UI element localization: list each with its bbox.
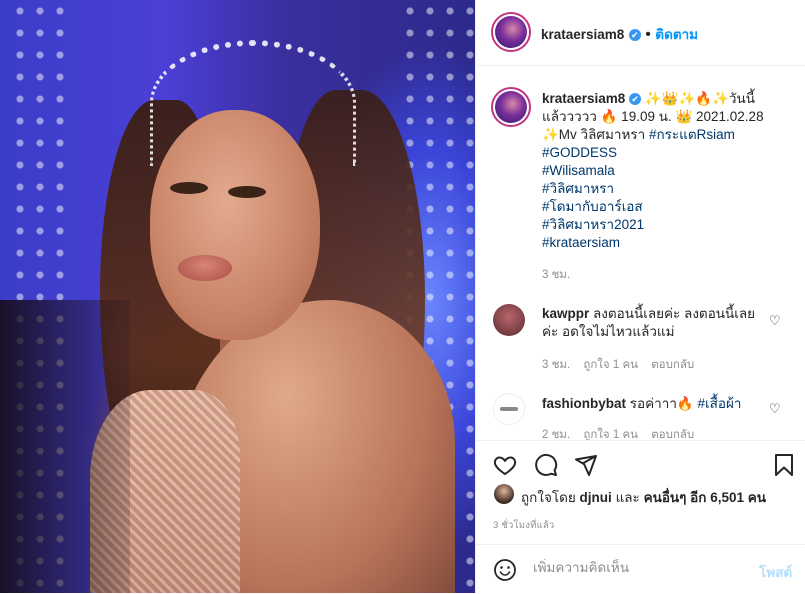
heart-icon[interactable] bbox=[492, 453, 518, 477]
comment-likes[interactable]: ถูกใจ 1 คน bbox=[583, 359, 638, 371]
comment-likes[interactable]: ถูกใจ 1 คน bbox=[583, 429, 638, 440]
likes-prefix: ถูกใจโดย bbox=[521, 490, 576, 505]
comment-username[interactable]: fashionbybat bbox=[542, 396, 626, 411]
comment-icon[interactable] bbox=[533, 453, 559, 477]
caption-time: 3 ชม. bbox=[542, 269, 571, 281]
share-icon[interactable] bbox=[573, 453, 599, 477]
comment-username[interactable]: kawppr bbox=[542, 306, 589, 321]
comment-time: 3 ชม. bbox=[542, 359, 571, 371]
comment-meta: 3 ชม. ถูกใจ 1 คน ตอบกลับ bbox=[542, 356, 704, 374]
caption-avatar[interactable] bbox=[491, 87, 531, 127]
likes-middle: และ bbox=[615, 490, 640, 505]
jeweled-headpiece bbox=[150, 40, 356, 166]
separator-dot: • bbox=[645, 26, 651, 43]
post-time-ago[interactable]: 3 ชั่วโมงที่แล้ว bbox=[493, 518, 554, 533]
comment-input[interactable] bbox=[531, 559, 750, 576]
likes-summary: ถูกใจโดย djnui และ คนอื่นๆ อีก 6,501 คน bbox=[494, 484, 766, 508]
hashtag-link[interactable]: #วิลิศมาหรา2021 bbox=[542, 216, 782, 234]
post-photo[interactable] bbox=[0, 0, 475, 593]
hashtag-link[interactable]: #กระแตRsiam bbox=[649, 127, 735, 142]
likes-others-link[interactable]: คนอื่นๆ อีก 6,501 คน bbox=[644, 490, 766, 505]
foreground-shadow bbox=[0, 300, 130, 593]
username-link[interactable]: krataersiam8 bbox=[541, 27, 624, 42]
hashtag-link[interactable]: #GODDESS bbox=[542, 144, 782, 162]
comment-item: kawppr ลงตอนนี้เลยค่ะ ลงตอนนี้เลยค่ะ อดใ… bbox=[476, 304, 805, 384]
bookmark-icon[interactable] bbox=[772, 453, 796, 477]
caption-line-1: krataersiam8 ✔ ✨👑✨🔥✨วันนี้ bbox=[542, 90, 782, 108]
eye-left bbox=[170, 182, 208, 194]
commenter-avatar[interactable] bbox=[493, 304, 525, 336]
caption-text-3: ✨Mv วิลิศมาหรา bbox=[542, 127, 646, 142]
comment-meta: 2 ชม. ถูกใจ 1 คน ตอบกลับ bbox=[542, 426, 704, 440]
caption-username[interactable]: krataersiam8 bbox=[542, 91, 625, 106]
liker-avatar[interactable] bbox=[494, 484, 514, 504]
hashtag-link[interactable]: #โดมากับอาร์เอส bbox=[542, 198, 782, 216]
post-comment-button[interactable]: โพสต์ bbox=[759, 561, 792, 583]
add-comment-bar: โพสต์ bbox=[476, 544, 805, 594]
comment-text: fashionbybat รอค่าาา🔥 #เสื้อผ้า bbox=[542, 395, 757, 413]
liker-username[interactable]: djnui bbox=[580, 490, 612, 505]
instagram-post: krataersiam8 ✔ • ติดตาม krataersiam8 ✔ ✨… bbox=[0, 0, 805, 593]
header-user: krataersiam8 ✔ • ติดตาม bbox=[541, 23, 698, 45]
caption: krataersiam8 ✔ ✨👑✨🔥✨วันนี้ แล้ววววว 🔥 19… bbox=[542, 90, 782, 284]
comments-area[interactable]: krataersiam8 ✔ ✨👑✨🔥✨วันนี้ แล้ววววว 🔥 19… bbox=[476, 66, 805, 440]
emoji-icon[interactable] bbox=[493, 558, 517, 582]
commenter-avatar[interactable] bbox=[493, 393, 525, 425]
avatar[interactable] bbox=[491, 12, 531, 52]
hashtag-link[interactable]: #Wilisamala bbox=[542, 162, 782, 180]
verified-badge-icon: ✔ bbox=[628, 28, 641, 41]
action-bar bbox=[476, 440, 805, 491]
eye-right bbox=[228, 186, 266, 198]
comment-item: fashionbybat รอค่าาา🔥 #เสื้อผ้า ♡ 2 ชม. … bbox=[476, 393, 805, 440]
caption-text-1: ✨👑✨🔥✨วันนี้ bbox=[644, 91, 755, 106]
comment-body: รอค่าาา🔥 bbox=[629, 396, 694, 411]
reply-button[interactable]: ตอบกลับ bbox=[651, 429, 694, 440]
post-side-panel: krataersiam8 ✔ • ติดตาม krataersiam8 ✔ ✨… bbox=[475, 0, 805, 593]
like-comment-heart-icon[interactable]: ♡ bbox=[769, 401, 781, 417]
lips bbox=[178, 255, 232, 281]
post-header: krataersiam8 ✔ • ติดตาม bbox=[476, 0, 805, 66]
comment-time: 2 ชม. bbox=[542, 429, 571, 440]
hashtag-link[interactable]: #เสื้อผ้า bbox=[698, 396, 742, 411]
hashtag-link[interactable]: #วิลิศมาหรา bbox=[542, 180, 782, 198]
hashtag-link[interactable]: #krataersiam bbox=[542, 234, 782, 252]
like-comment-heart-icon[interactable]: ♡ bbox=[769, 313, 781, 329]
verified-badge-icon: ✔ bbox=[629, 93, 642, 106]
follow-button[interactable]: ติดตาม bbox=[655, 27, 698, 42]
reply-button[interactable]: ตอบกลับ bbox=[651, 359, 694, 371]
comment-text: kawppr ลงตอนนี้เลยค่ะ ลงตอนนี้เลยค่ะ อดใ… bbox=[542, 305, 757, 341]
caption-line-2: แล้ววววว 🔥 19.09 น. 👑 2021.02.28 bbox=[542, 109, 764, 124]
caption-line-3: ✨Mv วิลิศมาหรา #กระแตRsiam bbox=[542, 126, 782, 144]
